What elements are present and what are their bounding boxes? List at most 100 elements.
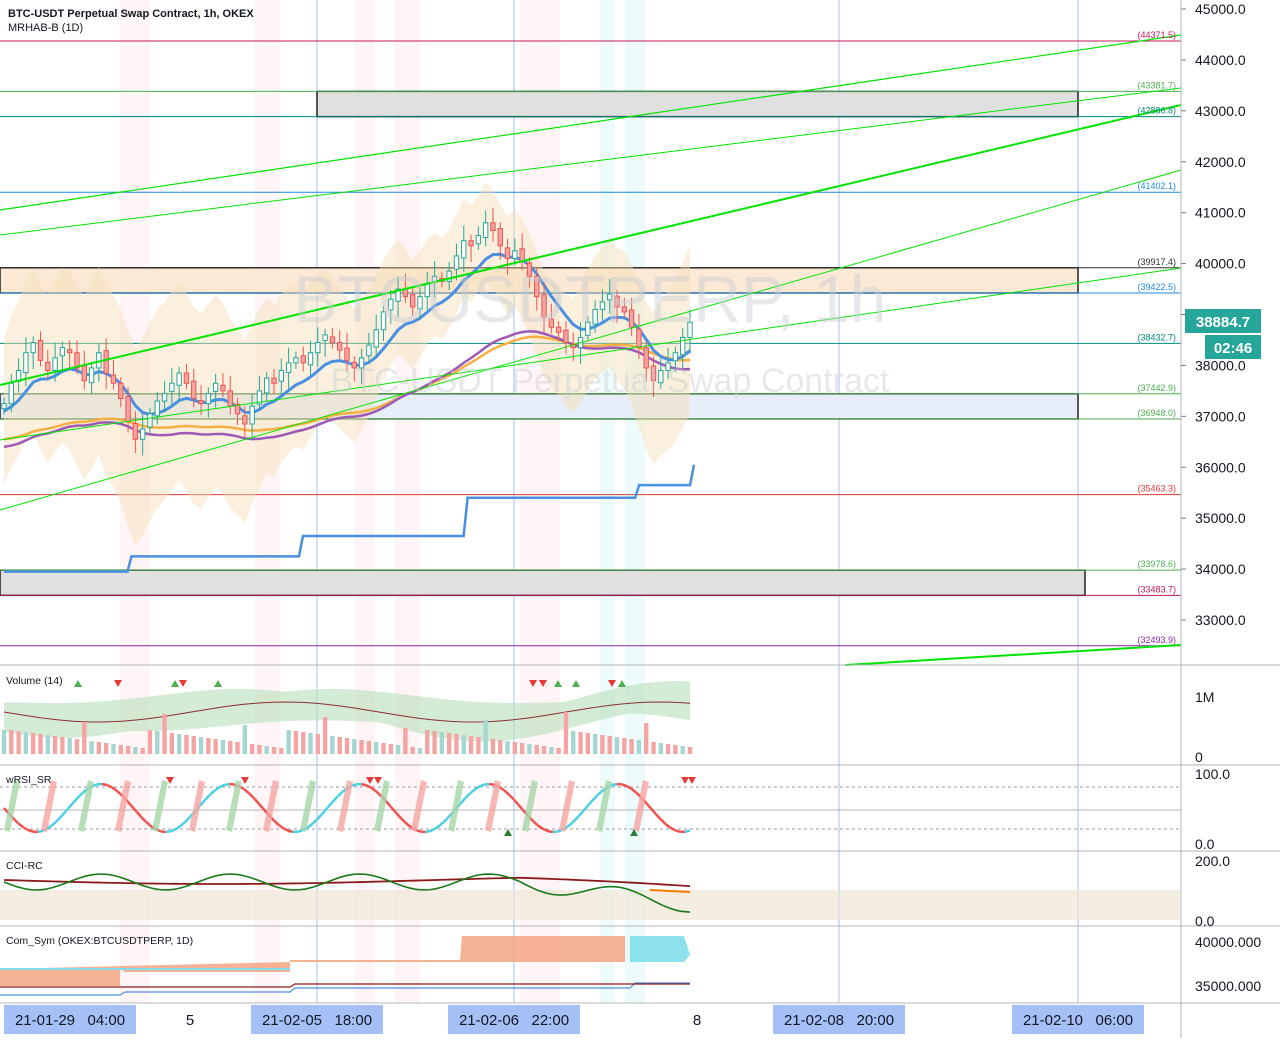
comsym-area — [0, 969, 120, 986]
candle-body — [469, 241, 473, 246]
sub-axis-tick: 35000.000 — [1195, 978, 1261, 994]
volume-bar — [265, 746, 269, 754]
price-level-label: (32493.9) — [1137, 635, 1176, 645]
volume-bar — [527, 744, 531, 754]
volume-bar — [301, 732, 305, 754]
volume-bar — [279, 748, 283, 754]
price-level-label: (35463.3) — [1137, 484, 1176, 494]
volume-bar — [111, 744, 115, 754]
volume-bar — [228, 741, 232, 754]
price-axis-tick: 43000.0 — [1195, 103, 1246, 119]
sub-axis-tick: 200.0 — [1195, 853, 1230, 869]
sub-axis-tick: 1M — [1195, 689, 1214, 705]
volume-bar — [97, 742, 101, 754]
rsi-line-segment — [225, 784, 230, 785]
volume-bar — [367, 741, 371, 754]
volume-bar — [162, 714, 166, 754]
volume-bar — [323, 717, 327, 754]
price-axis-tick: 38000.0 — [1195, 357, 1246, 373]
chart-canvas[interactable]: (44371.5)(43381.7)(42886.8)(41402.1)(399… — [0, 0, 1280, 1038]
watermark-title: BTCUSDTPERP, 1h — [294, 262, 887, 336]
volume-bar — [666, 744, 670, 754]
volume-bar — [308, 733, 312, 754]
sub-axis-tick: 40000.000 — [1195, 934, 1261, 950]
volume-bar — [31, 733, 35, 754]
candle-body — [483, 223, 487, 238]
volume-bar — [498, 740, 502, 754]
session-highlight — [520, 0, 560, 1003]
volume-bar — [213, 739, 217, 754]
time-axis-label[interactable]: 21-02-10 06:00 — [1023, 1012, 1133, 1029]
time-axis-label[interactable]: 8 — [693, 1012, 701, 1029]
candle-body — [2, 404, 6, 409]
volume-bar — [294, 731, 298, 754]
volume-bar — [608, 736, 612, 754]
volume-bar — [206, 738, 210, 754]
candle-body — [243, 416, 247, 424]
candle-body — [367, 345, 371, 356]
candle-body — [279, 371, 283, 382]
candle-body — [330, 337, 334, 343]
rsi-line-segment — [29, 830, 34, 831]
volume-bar — [133, 747, 137, 754]
rsi-line-segment — [362, 784, 367, 785]
candle-body — [250, 406, 254, 424]
candle-body — [140, 429, 144, 439]
volume-bar — [60, 737, 64, 754]
cci-zone — [0, 890, 1181, 920]
countdown-label: 02:46 — [1214, 340, 1252, 357]
time-axis-label[interactable]: 5 — [186, 1012, 194, 1029]
time-axis-label[interactable]: 21-02-06 22:00 — [459, 1012, 569, 1029]
volume-bar — [571, 731, 575, 754]
volume-bar — [359, 740, 363, 754]
time-axis-label[interactable]: 21-02-08 20:00 — [784, 1012, 894, 1029]
rsi-line-segment — [675, 830, 680, 831]
volume-bar — [673, 745, 677, 754]
sub-axis-tick: 0 — [1195, 749, 1203, 765]
rsi-line-segment — [425, 831, 430, 832]
candle-body — [67, 350, 71, 353]
candle-body — [170, 383, 174, 391]
volume-bar — [140, 748, 144, 754]
candle-body — [9, 383, 13, 403]
session-highlight — [625, 0, 645, 1003]
candle-body — [53, 358, 57, 371]
sub-axis-tick: 0.0 — [1195, 913, 1215, 929]
sub-axis-tick: 0.0 — [1195, 836, 1215, 852]
price-axis-tick: 42000.0 — [1195, 154, 1246, 170]
time-axis-label[interactable]: 21-01-29 04:00 — [15, 1012, 125, 1029]
volume-bar — [75, 739, 79, 754]
volume-bar — [67, 738, 71, 754]
price-axis-tick: 41000.0 — [1195, 205, 1246, 221]
volume-bar — [564, 712, 568, 754]
candle-body — [498, 228, 502, 245]
volume-bar — [410, 747, 414, 754]
candle-body — [272, 378, 276, 383]
last-price-label: 38884.7 — [1196, 314, 1250, 331]
price-axis-tick: 44000.0 — [1195, 52, 1246, 68]
price-axis-tick: 34000.0 — [1195, 561, 1246, 577]
symbol-title: BTC-USDT Perpetual Swap Contract, 1h, OK… — [8, 8, 254, 20]
candle-body — [133, 423, 137, 439]
volume-bar — [483, 720, 487, 754]
volume-bar — [644, 723, 648, 754]
price-level-label: (33483.7) — [1137, 584, 1176, 594]
trading-chart[interactable]: (44371.5)(43381.7)(42886.8)(41402.1)(399… — [0, 0, 1280, 1038]
volume-bar — [89, 741, 93, 754]
session-highlight — [255, 0, 280, 1003]
time-axis-label[interactable]: 21-02-05 18:00 — [262, 1012, 372, 1029]
candle-body — [294, 358, 298, 363]
rsi-line-segment — [612, 784, 617, 785]
candle-body — [345, 348, 349, 360]
cci-pane-title: CCI-RC — [6, 860, 43, 872]
candle-body — [199, 401, 203, 404]
rsi-line-segment — [38, 831, 43, 832]
volume-bar — [549, 747, 553, 754]
candle-body — [520, 249, 524, 261]
sub-axis-tick: 100.0 — [1195, 766, 1230, 782]
volume-bar — [119, 745, 123, 754]
comsym-pane-title: Com_Sym (OKEX:BTCUSDTPERP, 1D) — [6, 935, 193, 947]
price-axis-tick: 40000.0 — [1195, 256, 1246, 272]
volume-bar — [403, 728, 407, 754]
volume-bar — [155, 731, 159, 754]
